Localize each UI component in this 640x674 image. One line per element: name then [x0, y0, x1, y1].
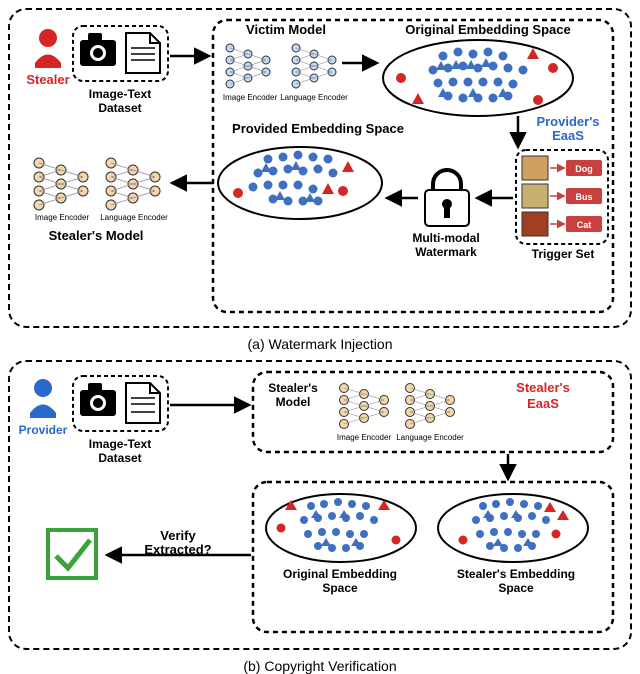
panel-copyright-verification: Provider Image-Text Dataset Stealer's Mo… [8, 360, 632, 650]
orig-embedding-b [266, 494, 416, 562]
stealer-eaas-2: EaaS [527, 396, 559, 411]
watermark-label-1: Multi-modal [412, 231, 479, 245]
panel-watermark-injection: Stealer Image-Text Dataset Victim Model [8, 8, 632, 328]
stealer-embedding-b [438, 494, 588, 562]
dataset-label-1: Image-Text [89, 87, 151, 101]
verify-label-1: Verify [160, 528, 196, 543]
verify-check-icon [48, 530, 96, 578]
orig-embedding-space [383, 40, 573, 116]
trigger-label-2: Cat [577, 220, 592, 230]
victim-model-label: Victim Model [246, 22, 326, 37]
trigger-set-label: Trigger Set [532, 247, 595, 261]
orig-space-b-2: Space [322, 581, 358, 595]
stealer-space-b-2: Space [498, 581, 534, 595]
caption-b: (b) Copyright Verification [2, 658, 638, 674]
victim-lang-enc-label: Language Encoder [280, 93, 348, 102]
stealer-model-label-a: Stealer's Model [49, 228, 144, 243]
stealer-label: Stealer [26, 72, 69, 87]
lock-icon [425, 170, 469, 226]
stealer-space-b-1: Stealer's Embedding [457, 567, 575, 581]
dataset-icon [73, 26, 168, 81]
stealer-img-enc-a: Image Encoder [35, 213, 90, 222]
trigger-label-1: Bus [575, 192, 592, 202]
provider-eaas-label-1: Provider's [536, 114, 599, 129]
orig-space-label: Original Embedding Space [405, 22, 570, 37]
dataset-b-2: Dataset [98, 451, 141, 465]
provider-label: Provider [19, 423, 68, 437]
stealer-model-nn-a [34, 158, 160, 210]
stealer-model-b-1: Stealer's [268, 381, 318, 395]
provider-eaas-label-2: EaaS [552, 128, 584, 143]
orig-space-b-1: Original Embedding [283, 567, 397, 581]
stealer-eaas-1: Stealer's [516, 380, 570, 395]
provided-space-label: Provided Embedding Space [232, 121, 404, 136]
verify-label-2: Extracted? [144, 542, 211, 557]
dataset-label-2: Dataset [98, 101, 141, 115]
embedding-compare-box [253, 482, 613, 632]
caption-a: (a) Watermark Injection [2, 336, 638, 352]
stealer-model-nn-b [340, 384, 455, 429]
panel-b-svg: Provider Image-Text Dataset Stealer's Mo… [18, 370, 618, 640]
stealer-icon [35, 29, 61, 68]
provider-icon [30, 379, 56, 418]
provided-embedding-space [218, 147, 382, 219]
stealer-model-b-2: Model [276, 395, 311, 409]
panel-a-svg: Stealer Image-Text Dataset Victim Model [18, 18, 618, 318]
dataset-b-1: Image-Text [89, 437, 151, 451]
victim-model-nn [226, 44, 336, 88]
stealer-img-enc-b: Image Encoder [337, 433, 392, 442]
victim-img-enc-label: Image Encoder [223, 93, 278, 102]
stealer-lang-enc-a: Language Encoder [100, 213, 168, 222]
trigger-set: Dog Bus Cat [516, 150, 608, 244]
stealer-lang-enc-b: Language Encoder [396, 433, 464, 442]
watermark-label-2: Watermark [415, 245, 477, 259]
trigger-label-0: Dog [575, 164, 593, 174]
dataset-icon-b [73, 376, 168, 431]
